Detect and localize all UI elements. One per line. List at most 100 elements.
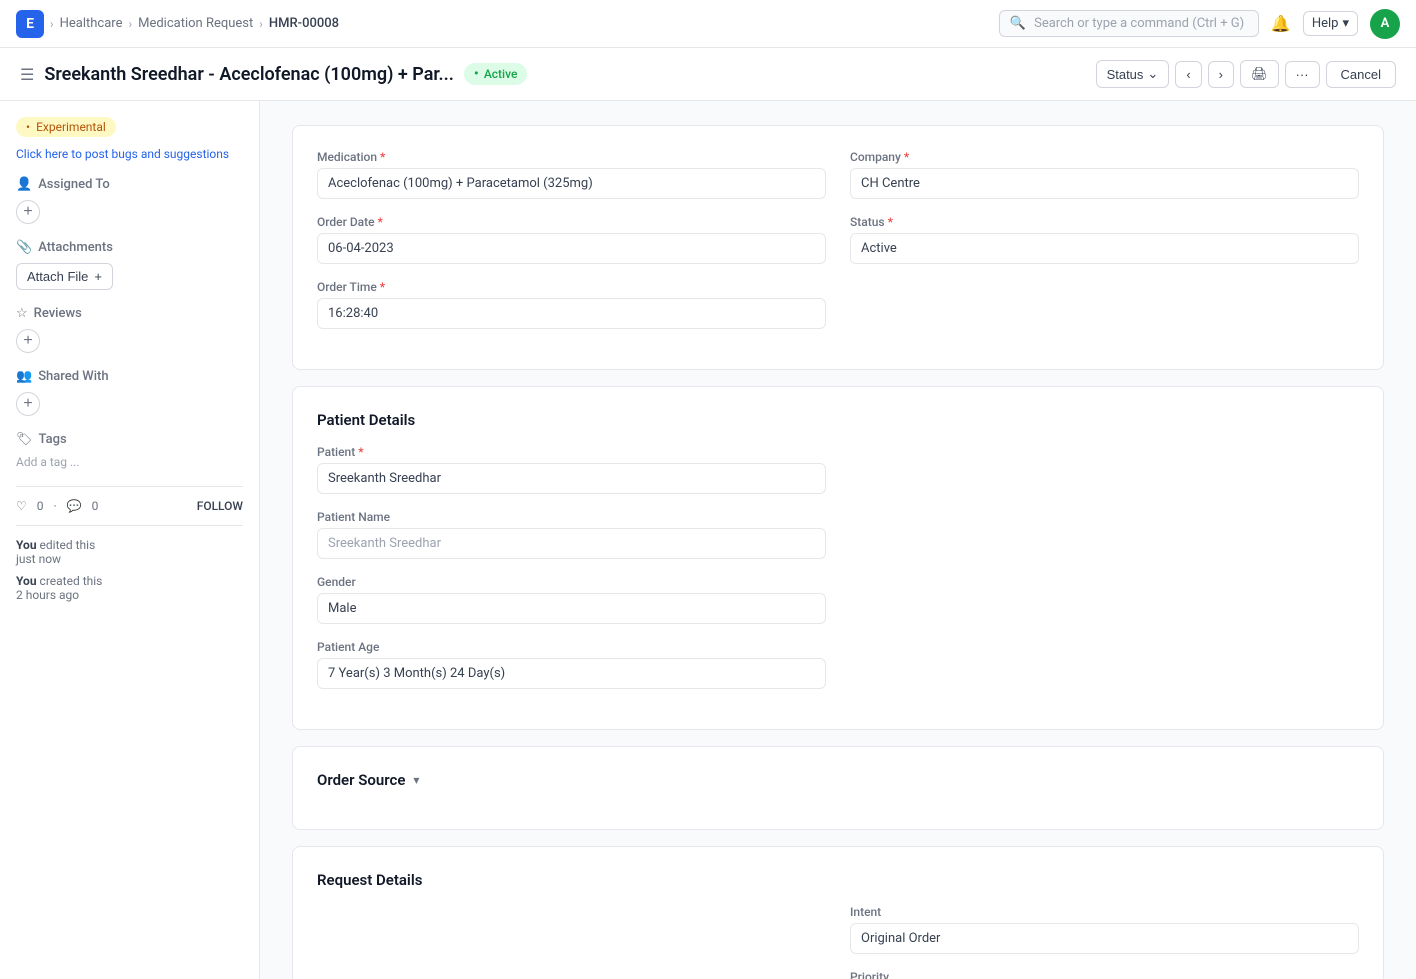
attachments-header: 📎 Attachments (16, 240, 243, 255)
cancel-button[interactable]: Cancel (1326, 61, 1396, 88)
sidebar-divider (16, 486, 243, 487)
intent-group: Intent Original Order (850, 905, 1359, 954)
status-field-value[interactable]: Active (850, 233, 1359, 264)
reviews-header: ☆ Reviews (16, 306, 243, 321)
attach-file-label: Attach File (27, 269, 88, 284)
add-assigned-button[interactable]: + (16, 200, 40, 224)
experimental-badge: Experimental (16, 117, 116, 137)
intent-label: Intent (850, 905, 1359, 919)
shared-with-label: Shared With (38, 369, 108, 384)
comment-count: 0 (92, 499, 99, 513)
patient-age-group: Patient Age 7 Year(s) 3 Month(s) 24 Day(… (317, 640, 826, 689)
request-details-title: Request Details (317, 871, 1359, 889)
status-badge: Active (464, 63, 528, 85)
status-chevron-icon: ⌄ (1147, 66, 1158, 82)
order-date-group: Order Date * 06-04-2023 (317, 215, 826, 264)
like-icon: ♡ (16, 499, 27, 513)
patient-age-value: 7 Year(s) 3 Month(s) 24 Day(s) (317, 658, 826, 689)
search-placeholder: Search or type a command (Ctrl + G) (1034, 16, 1244, 31)
activity-edited-time: just now (16, 552, 61, 566)
page-header: ☰ Sreekanth Sreedhar - Aceclofenac (100m… (0, 48, 1416, 101)
patient-name-label: Patient Name (317, 510, 826, 524)
comment-icon: 💬 (67, 499, 82, 513)
status-button[interactable]: Status ⌄ (1096, 60, 1170, 88)
assigned-to-section: 👤 Assigned To + (16, 177, 243, 224)
page-header-right: Status ⌄ ‹ › 🖨 ··· Cancel (1096, 60, 1396, 88)
like-count: 0 (37, 499, 44, 513)
gender-row: Gender Male (317, 575, 1359, 624)
menu-icon[interactable]: ☰ (20, 65, 34, 84)
order-date-value[interactable]: 06-04-2023 (317, 233, 826, 264)
patient-age-row: Patient Age 7 Year(s) 3 Month(s) 24 Day(… (317, 640, 1359, 689)
star-icon: ☆ (16, 306, 28, 321)
company-value[interactable]: CH Centre (850, 168, 1359, 199)
page-title: Sreekanth Sreedhar - Aceclofenac (100mg)… (44, 64, 454, 85)
user-avatar[interactable]: A (1370, 9, 1400, 39)
order-source-card: Order Source ▾ (292, 746, 1384, 830)
status-button-label: Status (1107, 67, 1144, 82)
intent-priority-row: Intent Original Order Priority Routine (317, 905, 1359, 979)
app-logo: E (16, 10, 44, 38)
company-required: * (904, 150, 909, 164)
status-field-label: Status * (850, 215, 1359, 229)
next-button[interactable]: › (1208, 61, 1234, 88)
activity-created-action: created this (40, 574, 103, 588)
date-status-row: Order Date * 06-04-2023 Status * Active (317, 215, 1359, 264)
breadcrumb-medication-request[interactable]: Medication Request (138, 16, 253, 31)
attach-file-button[interactable]: Attach File + (16, 263, 113, 290)
medication-required: * (380, 150, 385, 164)
order-source-header[interactable]: Order Source ▾ (317, 771, 1359, 789)
order-time-value[interactable]: 16:28:40 (317, 298, 826, 329)
company-group: Company * CH Centre (850, 150, 1359, 199)
order-source-title: Order Source (317, 771, 405, 789)
patient-details-card: Patient Details Patient * Sreekanth Sree… (292, 386, 1384, 730)
patient-group: Patient * Sreekanth Sreedhar (317, 445, 826, 494)
add-tag-placeholder[interactable]: Add a tag ... (16, 455, 80, 469)
attachments-section: 📎 Attachments Attach File + (16, 240, 243, 290)
top-nav-left: E › Healthcare › Medication Request › HM… (16, 10, 339, 38)
assigned-to-header: 👤 Assigned To (16, 177, 243, 192)
add-shared-button[interactable]: + (16, 392, 40, 416)
patient-row: Patient * Sreekanth Sreedhar (317, 445, 1359, 494)
medication-value[interactable]: Aceclofenac (100mg) + Paracetamol (325mg… (317, 168, 826, 199)
activity-created-user: You (16, 574, 37, 588)
main-content: Medication * Aceclofenac (100mg) + Parac… (260, 101, 1416, 979)
follow-button[interactable]: FOLLOW (197, 499, 243, 513)
share-icon: 👥 (16, 369, 32, 384)
top-nav-right: 🔍 Search or type a command (Ctrl + G) 🔔 … (999, 9, 1400, 39)
help-button[interactable]: Help ▾ (1303, 11, 1358, 36)
reviews-label: Reviews (34, 306, 82, 321)
patient-age-label: Patient Age (317, 640, 826, 654)
add-review-button[interactable]: + (16, 329, 40, 353)
help-label: Help (1312, 16, 1339, 31)
breadcrumb-healthcare[interactable]: Healthcare (60, 16, 123, 31)
breadcrumb-sep-3: › (259, 17, 263, 31)
reviews-section: ☆ Reviews + (16, 306, 243, 353)
order-time-label: Order Time * (317, 280, 826, 294)
intent-value: Original Order (850, 923, 1359, 954)
medication-card: Medication * Aceclofenac (100mg) + Parac… (292, 125, 1384, 370)
shared-with-section: 👥 Shared With + (16, 369, 243, 416)
more-options-button[interactable]: ··· (1285, 61, 1320, 88)
print-button[interactable]: 🖨 (1240, 60, 1279, 88)
order-source-chevron-icon: ▾ (413, 773, 419, 787)
assigned-to-label: Assigned To (38, 177, 110, 192)
tags-section: 🏷 Tags Add a tag ... (16, 432, 243, 470)
notification-bell[interactable]: 🔔 (1271, 14, 1291, 33)
person-icon: 👤 (16, 177, 32, 192)
medication-label: Medication * (317, 150, 826, 164)
patient-name-value: Sreekanth Sreedhar (317, 528, 826, 559)
bug-link[interactable]: Click here to post bugs and suggestions (16, 147, 243, 161)
sidebar: Experimental Click here to post bugs and… (0, 101, 260, 979)
help-chevron-icon: ▾ (1342, 16, 1349, 31)
count-separator: · (54, 499, 57, 513)
gender-value: Male (317, 593, 826, 624)
search-bar[interactable]: 🔍 Search or type a command (Ctrl + G) (999, 10, 1259, 37)
breadcrumb-sep-2: › (128, 17, 132, 31)
tags-header: 🏷 Tags (16, 432, 243, 447)
medication-company-row: Medication * Aceclofenac (100mg) + Parac… (317, 150, 1359, 199)
prev-button[interactable]: ‹ (1175, 61, 1201, 88)
order-time-group: Order Time * 16:28:40 (317, 280, 826, 329)
search-icon: 🔍 (1010, 16, 1026, 31)
patient-value[interactable]: Sreekanth Sreedhar (317, 463, 826, 494)
